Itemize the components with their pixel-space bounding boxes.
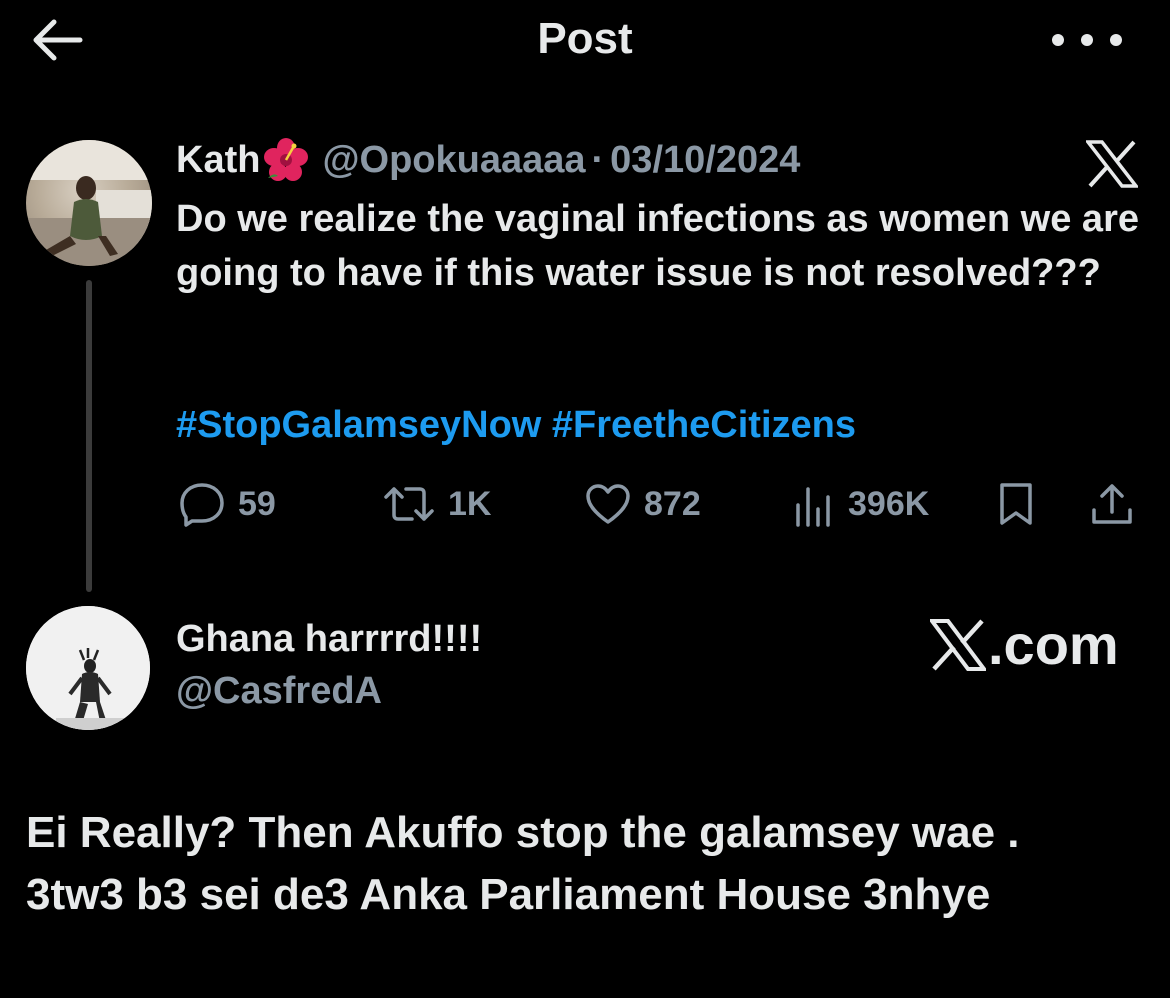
x-logo-icon bbox=[930, 618, 986, 671]
avatar-photo bbox=[26, 606, 150, 730]
share-icon bbox=[1092, 484, 1132, 524]
page-title: Post bbox=[537, 14, 633, 63]
quoted-post-text: Do we realize the vaginal infections as … bbox=[176, 198, 1139, 294]
display-name[interactable]: Kath bbox=[176, 139, 260, 182]
avatar[interactable] bbox=[26, 606, 150, 730]
share-button[interactable] bbox=[1088, 476, 1136, 532]
back-button[interactable] bbox=[30, 14, 90, 66]
repost-button[interactable]: 1K bbox=[382, 476, 491, 532]
more-button[interactable] bbox=[1052, 18, 1122, 62]
like-count: 872 bbox=[644, 484, 701, 523]
reply-icon bbox=[180, 483, 224, 527]
repost-icon bbox=[384, 487, 434, 521]
thread-line bbox=[86, 280, 92, 592]
views-icon bbox=[796, 487, 830, 527]
x-logo-icon bbox=[1086, 140, 1138, 188]
watermark-text: .com bbox=[988, 613, 1119, 676]
hashtags[interactable]: #StopGalamseyNow #FreetheCitizens bbox=[176, 404, 856, 447]
top-bar: Post bbox=[0, 0, 1170, 84]
repost-count: 1K bbox=[448, 484, 492, 523]
action-bar: 59 1K 872 396K bbox=[0, 476, 1170, 532]
handle[interactable]: @Opokuaaaaa bbox=[322, 139, 585, 182]
handle[interactable]: @CasfredA bbox=[176, 670, 382, 713]
display-name[interactable]: Ghana harrrrd!!!! bbox=[176, 618, 482, 661]
like-button[interactable]: 872 bbox=[584, 476, 701, 532]
bookmark-button[interactable] bbox=[996, 476, 1036, 532]
bookmark-icon bbox=[1000, 483, 1032, 525]
separator-dot: · bbox=[591, 138, 605, 181]
views-count: 396K bbox=[848, 484, 930, 523]
reply-button[interactable]: 59 bbox=[178, 476, 276, 532]
quoted-post-header: Kath @Opokuaaaaa · 03/10/2024 bbox=[176, 138, 800, 182]
views-button[interactable]: 396K bbox=[792, 476, 929, 532]
reply-post-text: Ei Really? Then Akuffo stop the galamsey… bbox=[26, 802, 1146, 926]
avatar[interactable] bbox=[26, 140, 152, 266]
back-arrow-icon bbox=[33, 19, 83, 61]
post-date[interactable]: 03/10/2024 bbox=[610, 139, 800, 182]
reply-text-line: Ei Really? Then Akuffo stop the galamsey… bbox=[26, 808, 1020, 857]
more-icon bbox=[1052, 34, 1064, 46]
x-com-watermark: .com bbox=[930, 612, 1119, 677]
reply-text-line: 3tw3 b3 sei de3 Anka Parliament House 3n… bbox=[26, 870, 991, 919]
reply-count: 59 bbox=[238, 484, 276, 523]
like-icon bbox=[586, 484, 630, 524]
hibiscus-emoji-icon bbox=[264, 138, 309, 181]
avatar-photo bbox=[26, 140, 152, 266]
